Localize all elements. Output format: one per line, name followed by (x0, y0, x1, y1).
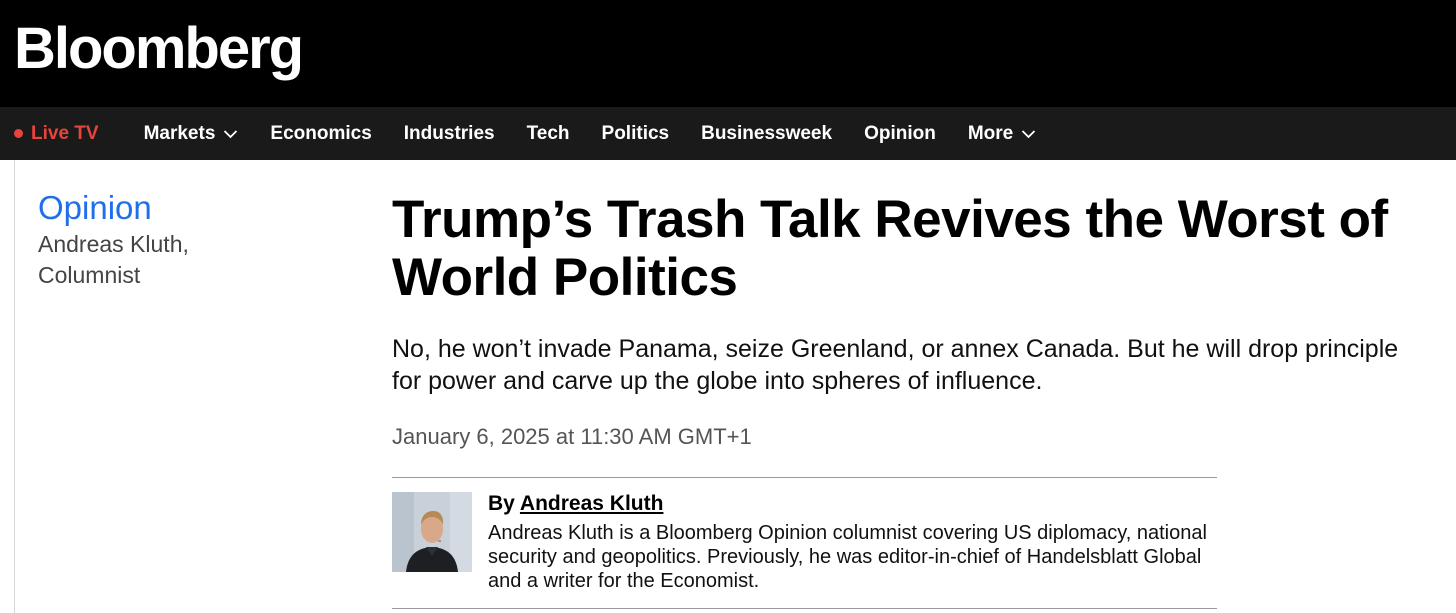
nav-item-label: Markets (143, 122, 216, 144)
article-headline: Trump’s Trash Talk Revives the Worst of … (392, 190, 1388, 307)
author-bio: Andreas Kluth is a Bloomberg Opinion col… (488, 522, 1207, 592)
byline-author-link[interactable]: Andreas Kluth (520, 492, 664, 515)
byline-bottom-divider (392, 608, 1217, 609)
nav-item-politics[interactable]: Politics (602, 123, 670, 145)
main-nav: Live TV Markets Economics Industries Tec… (0, 107, 1456, 160)
chevron-down-icon (224, 129, 238, 138)
nav-item-tech[interactable]: Tech (527, 123, 570, 145)
byline: By Andreas Kluth (488, 491, 663, 517)
nav-item-label: Politics (601, 122, 670, 144)
nav-live-tv[interactable]: Live TV (14, 123, 99, 145)
nav-item-label: Industries (403, 122, 495, 144)
nav-item-economics[interactable]: Economics (270, 123, 371, 145)
article-timestamp: January 6, 2025 at 11:30 AM GMT+1 (392, 424, 752, 449)
nav-item-more[interactable]: More (968, 123, 1036, 145)
sidebar-author-name: Andreas Kluth, (38, 231, 189, 257)
chevron-down-icon (1022, 129, 1036, 138)
nav-item-label: Businessweek (701, 122, 833, 144)
byline-prefix: By (488, 492, 515, 515)
left-divider (14, 160, 15, 613)
bloomberg-logo[interactable]: Bloomberg (14, 14, 304, 84)
article-dek: No, he won’t invade Panama, seize Greenl… (392, 335, 1399, 395)
nav-item-industries[interactable]: Industries (404, 123, 495, 145)
author-avatar[interactable] (392, 492, 472, 572)
nav-item-label: Tech (526, 122, 570, 144)
masthead: Bloomberg (0, 0, 1456, 107)
nav-live-label: Live TV (31, 122, 99, 144)
nav-item-label: Opinion (864, 122, 936, 144)
nav-item-markets[interactable]: Markets (144, 123, 239, 145)
sidebar-author: Andreas Kluth, Columnist (38, 229, 288, 291)
nav-item-opinion[interactable]: Opinion (864, 123, 936, 145)
nav-item-businessweek[interactable]: Businessweek (701, 123, 832, 145)
sidebar-author-role: Columnist (38, 262, 141, 288)
live-dot-icon (14, 129, 23, 138)
author-photo-image (392, 492, 472, 572)
nav-item-label: More (967, 122, 1014, 144)
byline-top-divider (392, 477, 1217, 478)
section-link-opinion[interactable]: Opinion (38, 190, 152, 226)
nav-item-label: Economics (270, 122, 372, 144)
